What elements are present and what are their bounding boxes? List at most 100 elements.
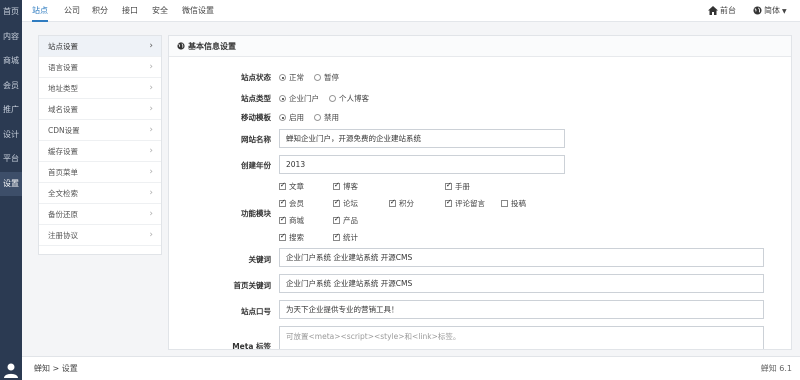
- tab-points[interactable]: 积分: [92, 0, 108, 22]
- front-link[interactable]: 前台: [708, 0, 736, 22]
- option-label: 统计: [343, 233, 358, 242]
- site-name-input[interactable]: 蝉知企业门户，开源免费的企业建站系统: [279, 129, 565, 148]
- rail-item-shop[interactable]: 商城: [0, 49, 22, 74]
- module-checkbox-points[interactable]: 积分: [389, 198, 414, 209]
- created-year-label: 创建年份: [241, 161, 271, 170]
- option-label: 手册: [455, 182, 470, 191]
- radio-indicator: [279, 74, 286, 81]
- subnav-item-site-settings[interactable]: 站点设置 ›: [39, 36, 161, 57]
- subnav-item-cdn[interactable]: CDN设置 ›: [39, 120, 161, 141]
- tab-company[interactable]: 公司: [64, 0, 80, 22]
- created-year-input[interactable]: 2013: [279, 155, 565, 174]
- option-label: 禁用: [324, 113, 339, 122]
- mobile-template-enable-radio[interactable]: 启用: [279, 112, 304, 123]
- tab-api[interactable]: 接口: [122, 0, 138, 22]
- panel-title: 基本信息设置: [188, 42, 236, 51]
- subnav-item-label: CDN设置: [48, 126, 80, 135]
- site-status-normal-radio[interactable]: 正常: [279, 72, 304, 83]
- module-checkbox-product[interactable]: 产品: [333, 215, 358, 226]
- status-bar: 蝉知 > 设置 蝉知 6.1: [22, 356, 800, 380]
- chevron-right-icon: ›: [149, 41, 153, 51]
- home-keywords-input[interactable]: 企业门户系统 企业建站系统 开源CMS: [279, 274, 764, 293]
- rail-item-home[interactable]: 首页: [0, 0, 22, 25]
- subnav-item-label: 注册协议: [48, 231, 78, 240]
- site-name-label: 网站名称: [241, 135, 271, 144]
- subnav-item-domain[interactable]: 域名设置 ›: [39, 99, 161, 120]
- subnav-item-backup[interactable]: 备份还原 ›: [39, 204, 161, 225]
- option-label: 个人博客: [339, 94, 369, 103]
- site-type-blog-radio[interactable]: 个人博客: [329, 93, 369, 104]
- option-label: 搜索: [289, 233, 304, 242]
- subnav-item-register-agreement[interactable]: 注册协议 ›: [39, 225, 161, 246]
- tab-wechat[interactable]: 微信设置: [182, 0, 214, 22]
- module-checkbox-stats[interactable]: 统计: [333, 232, 358, 243]
- meta-textarea[interactable]: 可放置<meta><script><style>和<link>标签。: [279, 326, 764, 349]
- radio-indicator: [314, 114, 321, 121]
- rail-item-platform[interactable]: 平台: [0, 147, 22, 172]
- module-checkbox-forum[interactable]: 论坛: [333, 198, 358, 209]
- subnav-item-label: 缓存设置: [48, 147, 78, 156]
- module-checkbox-member[interactable]: 会员: [279, 198, 304, 209]
- tab-security[interactable]: 安全: [152, 0, 168, 22]
- module-checkbox-article[interactable]: 文章: [279, 181, 304, 192]
- main-nav-rail: 首页 内容 商城 会员 推广 设计 平台 设置: [0, 0, 22, 380]
- keywords-input[interactable]: 企业门户系统 企业建站系统 开源CMS: [279, 248, 764, 267]
- settings-subnav: 站点设置 › 语言设置 › 地址类型 › 域名设置 › CDN设置 › 缓存设置 › 首页菜…: [38, 35, 162, 255]
- globe-icon: [177, 42, 185, 50]
- user-icon[interactable]: [3, 362, 19, 378]
- checkbox-indicator: [279, 232, 286, 241]
- subnav-item-label: 站点设置: [48, 42, 78, 51]
- front-link-label: 前台: [720, 6, 736, 15]
- option-label: 正常: [289, 73, 304, 82]
- rail-item-content[interactable]: 内容: [0, 25, 22, 50]
- checkbox-indicator: [279, 198, 286, 207]
- site-status-label: 站点状态: [241, 73, 271, 82]
- radio-indicator: [329, 95, 336, 102]
- module-checkbox-blog[interactable]: 博客: [333, 181, 358, 192]
- module-checkbox-search[interactable]: 搜索: [279, 232, 304, 243]
- rail-item-settings[interactable]: 设置: [0, 171, 22, 196]
- tab-site[interactable]: 站点: [32, 0, 48, 22]
- checkbox-indicator: [333, 198, 340, 207]
- rail-item-design[interactable]: 设计: [0, 123, 22, 148]
- subnav-item-address-type[interactable]: 地址类型 ›: [39, 78, 161, 99]
- subnav-item-label: 全文检索: [48, 189, 78, 198]
- chevron-right-icon: ›: [149, 146, 153, 156]
- subnav-item-language[interactable]: 语言设置 ›: [39, 57, 161, 78]
- panel-header: 基本信息设置: [169, 36, 791, 57]
- rail-item-promotion[interactable]: 推广: [0, 98, 22, 123]
- option-label: 博客: [343, 182, 358, 191]
- radio-indicator: [279, 95, 286, 102]
- module-checkbox-manual[interactable]: 手册: [445, 181, 470, 192]
- top-nav: 站点 公司 积分 接口 安全 微信设置 前台 简体 ▼: [22, 0, 800, 22]
- checkbox-indicator: [445, 198, 452, 207]
- option-label: 文章: [289, 182, 304, 191]
- mobile-template-disable-radio[interactable]: 禁用: [314, 112, 339, 123]
- subnav-item-fulltext-search[interactable]: 全文检索 ›: [39, 183, 161, 204]
- subnav-item-label: 备份还原: [48, 210, 78, 219]
- subnav-item-home-menu[interactable]: 首页菜单 ›: [39, 162, 161, 183]
- subnav-item-cache[interactable]: 缓存设置 ›: [39, 141, 161, 162]
- module-checkbox-contribute[interactable]: 投稿: [501, 198, 526, 209]
- chevron-down-icon: ▼: [782, 8, 787, 15]
- chevron-right-icon: ›: [149, 167, 153, 177]
- chevron-right-icon: ›: [149, 125, 153, 135]
- rail-item-members[interactable]: 会员: [0, 74, 22, 99]
- checkbox-indicator: [445, 181, 452, 190]
- slogan-input[interactable]: 为天下企业提供专业的营销工具！: [279, 300, 764, 319]
- breadcrumb[interactable]: 蝉知 > 设置: [34, 357, 78, 380]
- option-label: 会员: [289, 199, 304, 208]
- chevron-right-icon: ›: [149, 188, 153, 198]
- option-label: 商城: [289, 216, 304, 225]
- module-checkbox-shop[interactable]: 商城: [279, 215, 304, 226]
- language-switcher[interactable]: 简体 ▼: [753, 0, 787, 22]
- module-checkbox-comments[interactable]: 评论留言: [445, 198, 485, 209]
- mobile-template-label: 移动模板: [241, 113, 271, 122]
- language-label: 简体: [764, 6, 780, 15]
- home-icon: [708, 6, 718, 15]
- site-status-paused-radio[interactable]: 暂停: [314, 72, 339, 83]
- option-label: 启用: [289, 113, 304, 122]
- site-type-label: 站点类型: [241, 94, 271, 103]
- site-type-portal-radio[interactable]: 企业门户: [279, 93, 319, 104]
- option-label: 企业门户: [289, 94, 319, 103]
